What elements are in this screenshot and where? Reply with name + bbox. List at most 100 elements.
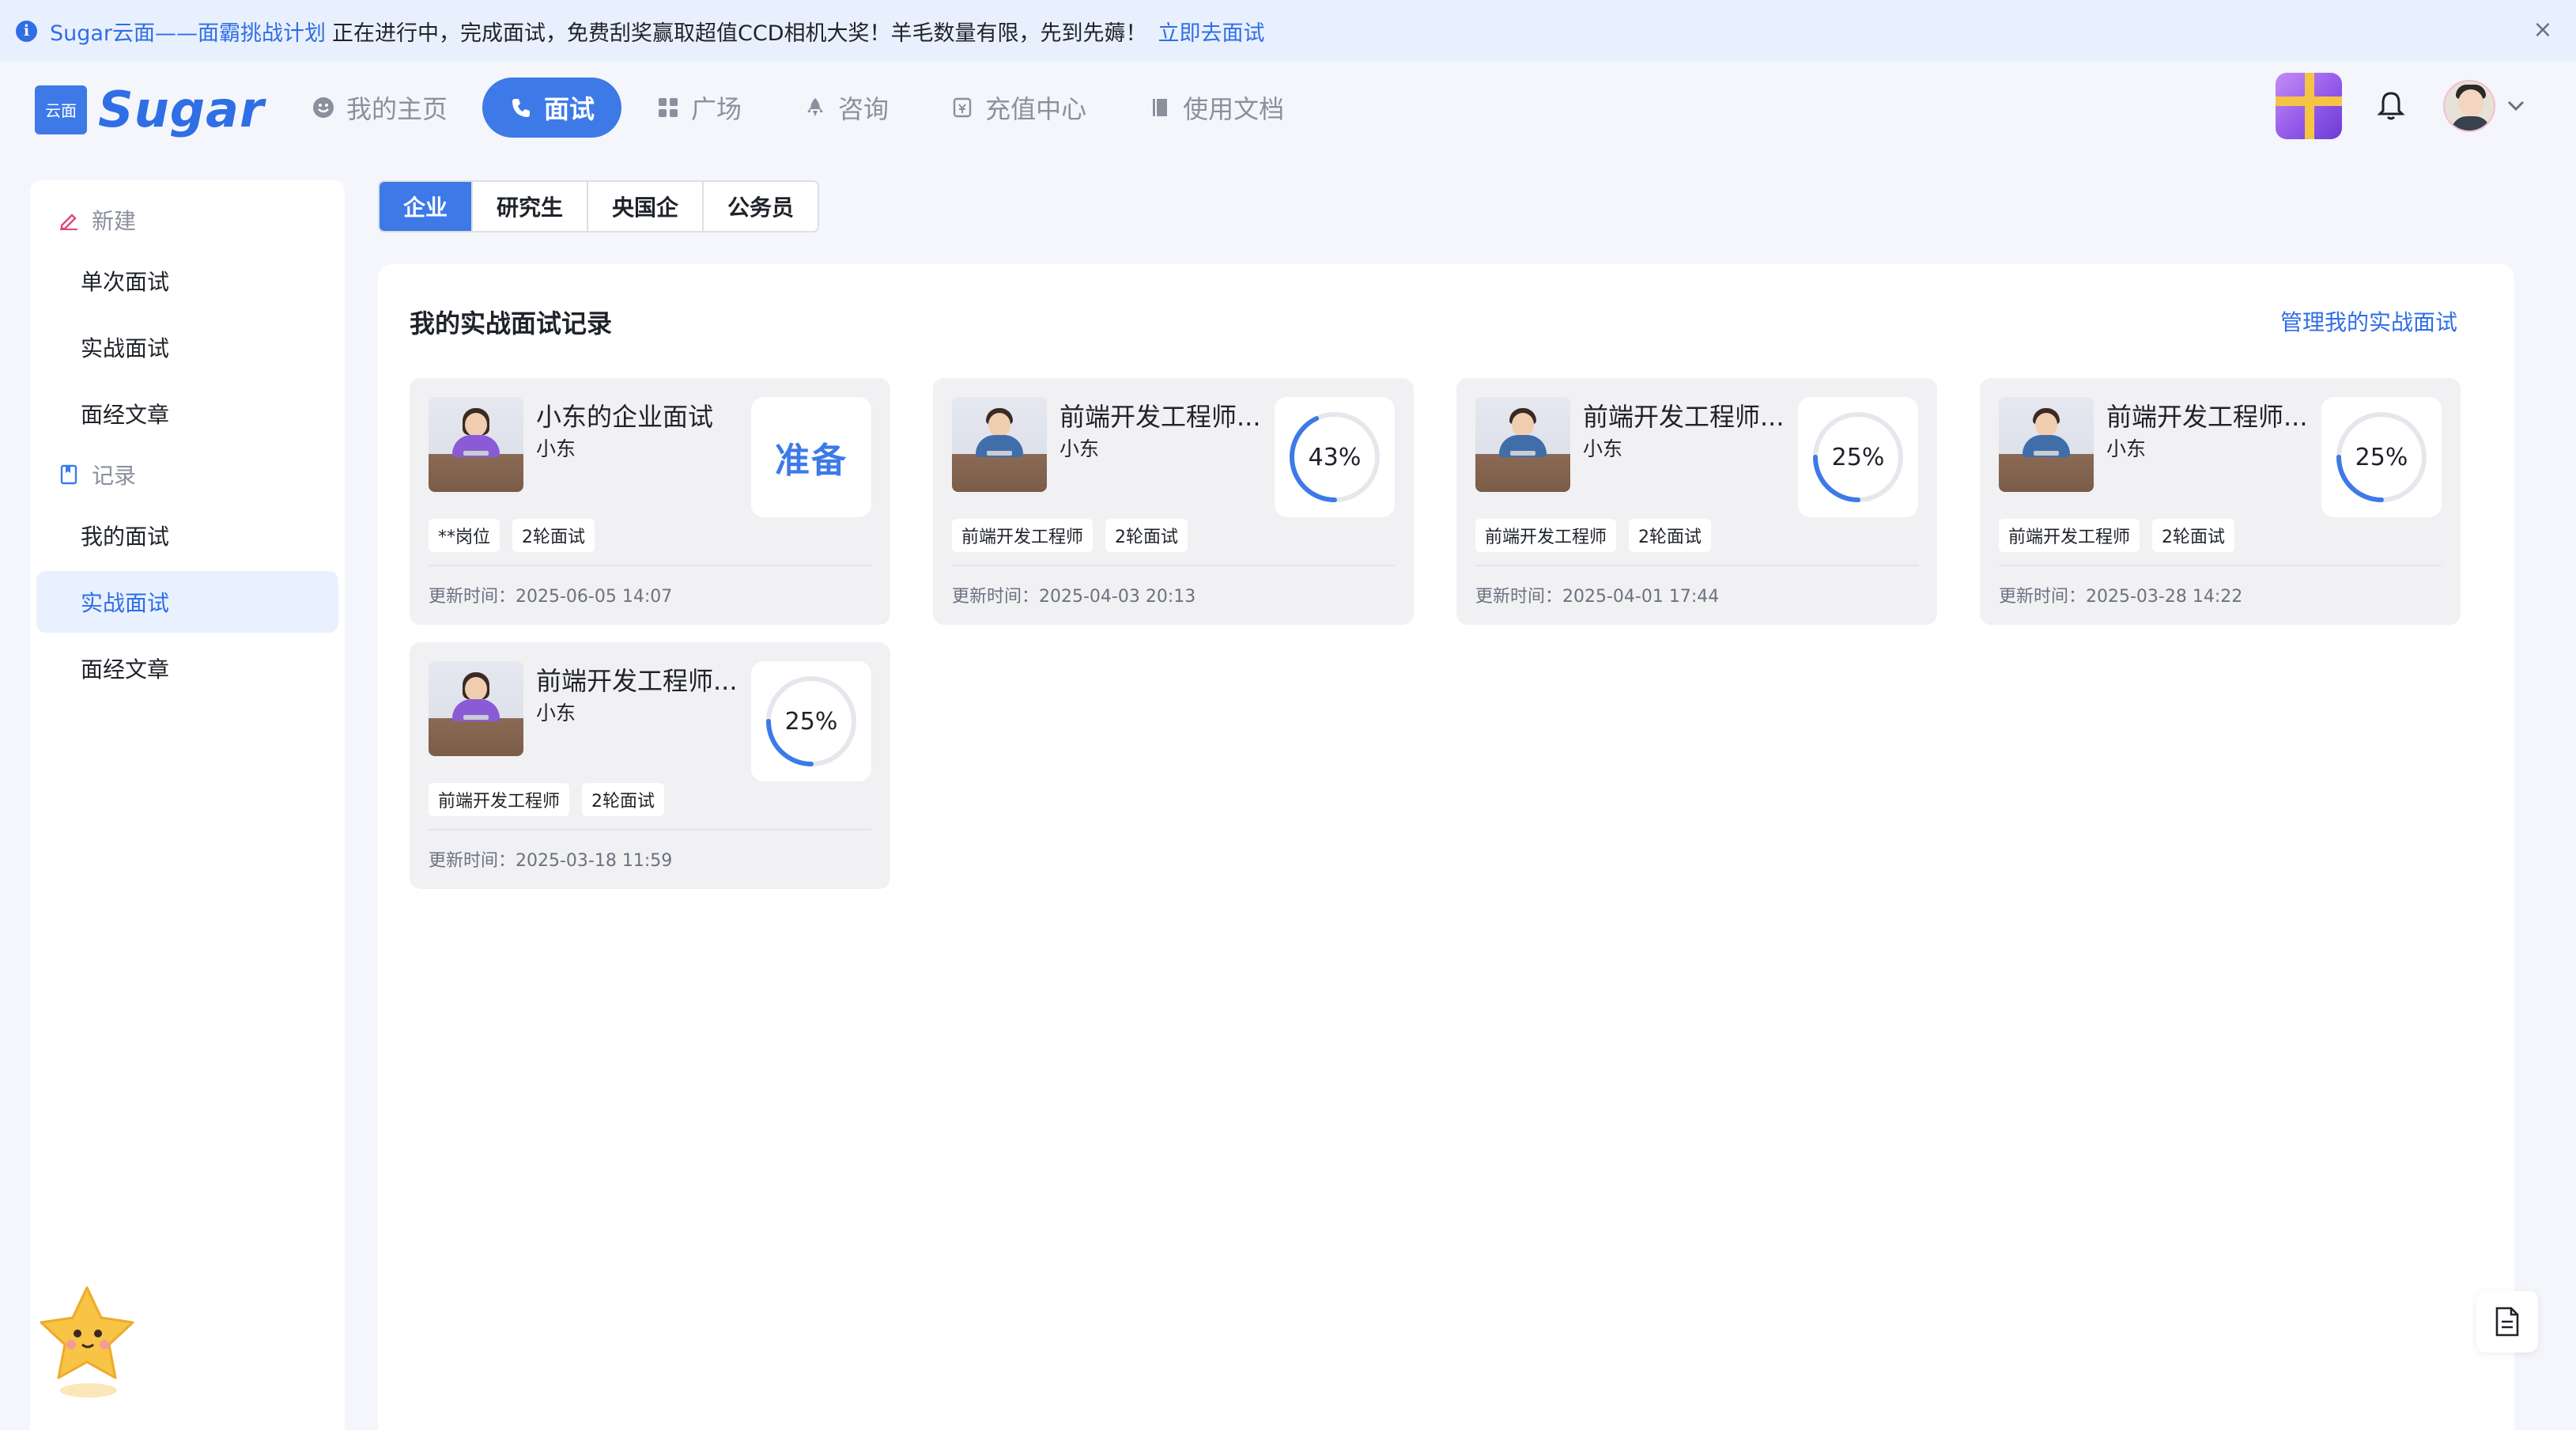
tag: **岗位	[429, 519, 500, 552]
category-tabs: 企业 研究生 央国企 公务员	[378, 180, 820, 233]
header-actions	[2276, 62, 2529, 150]
close-icon[interactable]: ×	[2530, 17, 2555, 43]
card-title: 前端开发工程师...	[2106, 402, 2308, 432]
card-tags: 前端开发工程师 2轮面试	[952, 519, 1200, 552]
avatar[interactable]	[2443, 80, 2495, 132]
tab-postgraduate[interactable]: 研究生	[473, 182, 589, 231]
info-icon: i	[16, 20, 37, 42]
divider	[429, 565, 871, 566]
interviewer-avatar	[1999, 397, 2094, 492]
wallet-icon	[950, 96, 974, 119]
tab-civil-servant[interactable]: 公务员	[704, 182, 818, 231]
update-time: 更新时间：2025-03-18 11:59	[429, 851, 673, 871]
smile-icon	[312, 96, 335, 119]
interview-card[interactable]: 前端开发工程师... 小东 25% 前端开发工程师 2轮面试 更新时间：2025…	[1456, 378, 1937, 625]
main-nav: 我的主页 面试 广场 咨询 充值中心 使用文档	[285, 78, 1319, 138]
card-subtitle: 小东	[1583, 437, 1623, 460]
phone-icon	[509, 96, 533, 119]
nav-home[interactable]: 我的主页	[285, 78, 474, 138]
card-subtitle: 小东	[1059, 437, 1100, 460]
sidebar-group-record: 记录	[30, 449, 345, 500]
tag: 前端开发工程师	[1475, 519, 1617, 552]
progress-percent: 25%	[784, 707, 838, 736]
card-subtitle: 小东	[536, 702, 576, 724]
card-tags: **岗位 2轮面试	[429, 519, 607, 552]
card-tags: 前端开发工程师 2轮面试	[429, 783, 677, 816]
main-panel: 我的实战面试记录 管理我的实战面试 小东的企业面试 小东 准备 **岗位 2轮面…	[378, 264, 2514, 1430]
manage-practice-link[interactable]: 管理我的实战面试	[2280, 305, 2457, 337]
nav-interview-label: 面试	[544, 94, 595, 124]
gift-icon[interactable]	[2276, 73, 2342, 139]
announcement-bar: i Sugar云面——面霸挑战计划 正在进行中，完成面试，免费刮奖赢取超值CCD…	[0, 0, 2576, 62]
announcement-highlight: Sugar云面——面霸挑战计划	[50, 21, 327, 46]
tag: 2轮面试	[512, 519, 595, 552]
grid-icon	[656, 96, 680, 119]
card-title: 前端开发工程师...	[536, 666, 738, 696]
card-title: 小东的企业面试	[536, 402, 714, 432]
divider	[429, 829, 871, 830]
nav-interview[interactable]: 面试	[482, 78, 622, 138]
nav-docs[interactable]: 使用文档	[1121, 78, 1311, 138]
logo-badge: 云面	[35, 85, 87, 134]
sidebar-item-record-article[interactable]: 面经文章	[36, 637, 338, 699]
progress-ring: 25%	[762, 672, 860, 770]
go-interview-link[interactable]: 立即去面试	[1158, 16, 1265, 47]
status-ready-label: 准备	[775, 441, 848, 481]
tag: 前端开发工程师	[952, 519, 1093, 552]
progress-ring: 25%	[1809, 408, 1907, 506]
book-icon	[1148, 96, 1172, 119]
tag: 2轮面试	[1629, 519, 1712, 552]
progress-ring: 25%	[2332, 408, 2431, 506]
tag: 前端开发工程师	[1999, 519, 2140, 552]
card-tags: 前端开发工程师 2轮面试	[1999, 519, 2247, 552]
rocket-icon	[803, 96, 827, 119]
tag: 2轮面试	[582, 783, 665, 816]
star-mascot-icon[interactable]	[32, 1281, 142, 1400]
nav-home-label: 我的主页	[346, 94, 448, 124]
progress-badge: 43%	[1275, 397, 1395, 517]
sidebar-group-record-label: 记录	[92, 463, 137, 489]
progress-badge: 25%	[2321, 397, 2442, 517]
interview-card[interactable]: 前端开发工程师... 小东 43% 前端开发工程师 2轮面试 更新时间：2025…	[933, 378, 1414, 625]
sidebar-item-practice-interview[interactable]: 实战面试	[36, 571, 338, 633]
interview-card[interactable]: 小东的企业面试 小东 准备 **岗位 2轮面试 更新时间：2025-06-05 …	[410, 378, 890, 625]
interviewer-avatar	[1475, 397, 1570, 492]
interviewer-avatar	[952, 397, 1047, 492]
sidebar-item-new-article[interactable]: 面经文章	[36, 383, 338, 445]
page-title: 我的实战面试记录	[410, 308, 613, 339]
notebook-icon	[57, 463, 81, 486]
tag: 前端开发工程师	[429, 783, 570, 816]
nav-recharge-label: 充值中心	[985, 94, 1087, 124]
progress-badge: 25%	[1798, 397, 1918, 517]
chevron-down-icon[interactable]	[2506, 95, 2529, 117]
card-title: 前端开发工程师...	[1059, 402, 1261, 432]
logo-text: Sugar	[98, 81, 265, 138]
bell-icon[interactable]	[2374, 89, 2408, 123]
nav-consult[interactable]: 咨询	[776, 78, 916, 138]
interview-card[interactable]: 前端开发工程师... 小东 25% 前端开发工程师 2轮面试 更新时间：2025…	[410, 642, 890, 889]
sidebar-item-my-interviews[interactable]: 我的面试	[36, 505, 338, 566]
divider	[1475, 565, 1918, 566]
nav-consult-label: 咨询	[838, 94, 890, 124]
progress-badge: 25%	[751, 661, 871, 781]
interview-card[interactable]: 前端开发工程师... 小东 25% 前端开发工程师 2轮面试 更新时间：2025…	[1980, 378, 2461, 625]
progress-percent: 25%	[2355, 443, 2408, 471]
sidebar-item-single-interview[interactable]: 单次面试	[36, 250, 338, 312]
card-title: 前端开发工程师...	[1583, 402, 1785, 432]
nav-square-label: 广场	[691, 94, 742, 124]
sidebar: 新建 单次面试 实战面试 面经文章 记录 我的面试 实战面试 面经文章	[30, 180, 345, 1430]
progress-ring: 43%	[1286, 408, 1384, 506]
tab-state-owned[interactable]: 央国企	[588, 182, 704, 231]
tab-enterprise[interactable]: 企业	[380, 182, 474, 231]
announcement-text: 正在进行中，完成面试，免费刮奖赢取超值CCD相机大奖！羊毛数量有限，先到先薅！	[332, 21, 1147, 46]
document-icon[interactable]	[2476, 1291, 2538, 1352]
progress-percent: 43%	[1308, 443, 1362, 471]
sidebar-group-new: 新建	[30, 195, 345, 245]
nav-recharge[interactable]: 充值中心	[924, 78, 1113, 138]
sidebar-item-new-practice-interview[interactable]: 实战面试	[36, 316, 338, 378]
status-badge: 准备	[751, 397, 871, 517]
nav-docs-label: 使用文档	[1183, 94, 1285, 124]
logo[interactable]: 云面 Sugar	[35, 81, 265, 138]
nav-square[interactable]: 广场	[629, 78, 769, 138]
update-time: 更新时间：2025-03-28 14:22	[1999, 587, 2243, 607]
